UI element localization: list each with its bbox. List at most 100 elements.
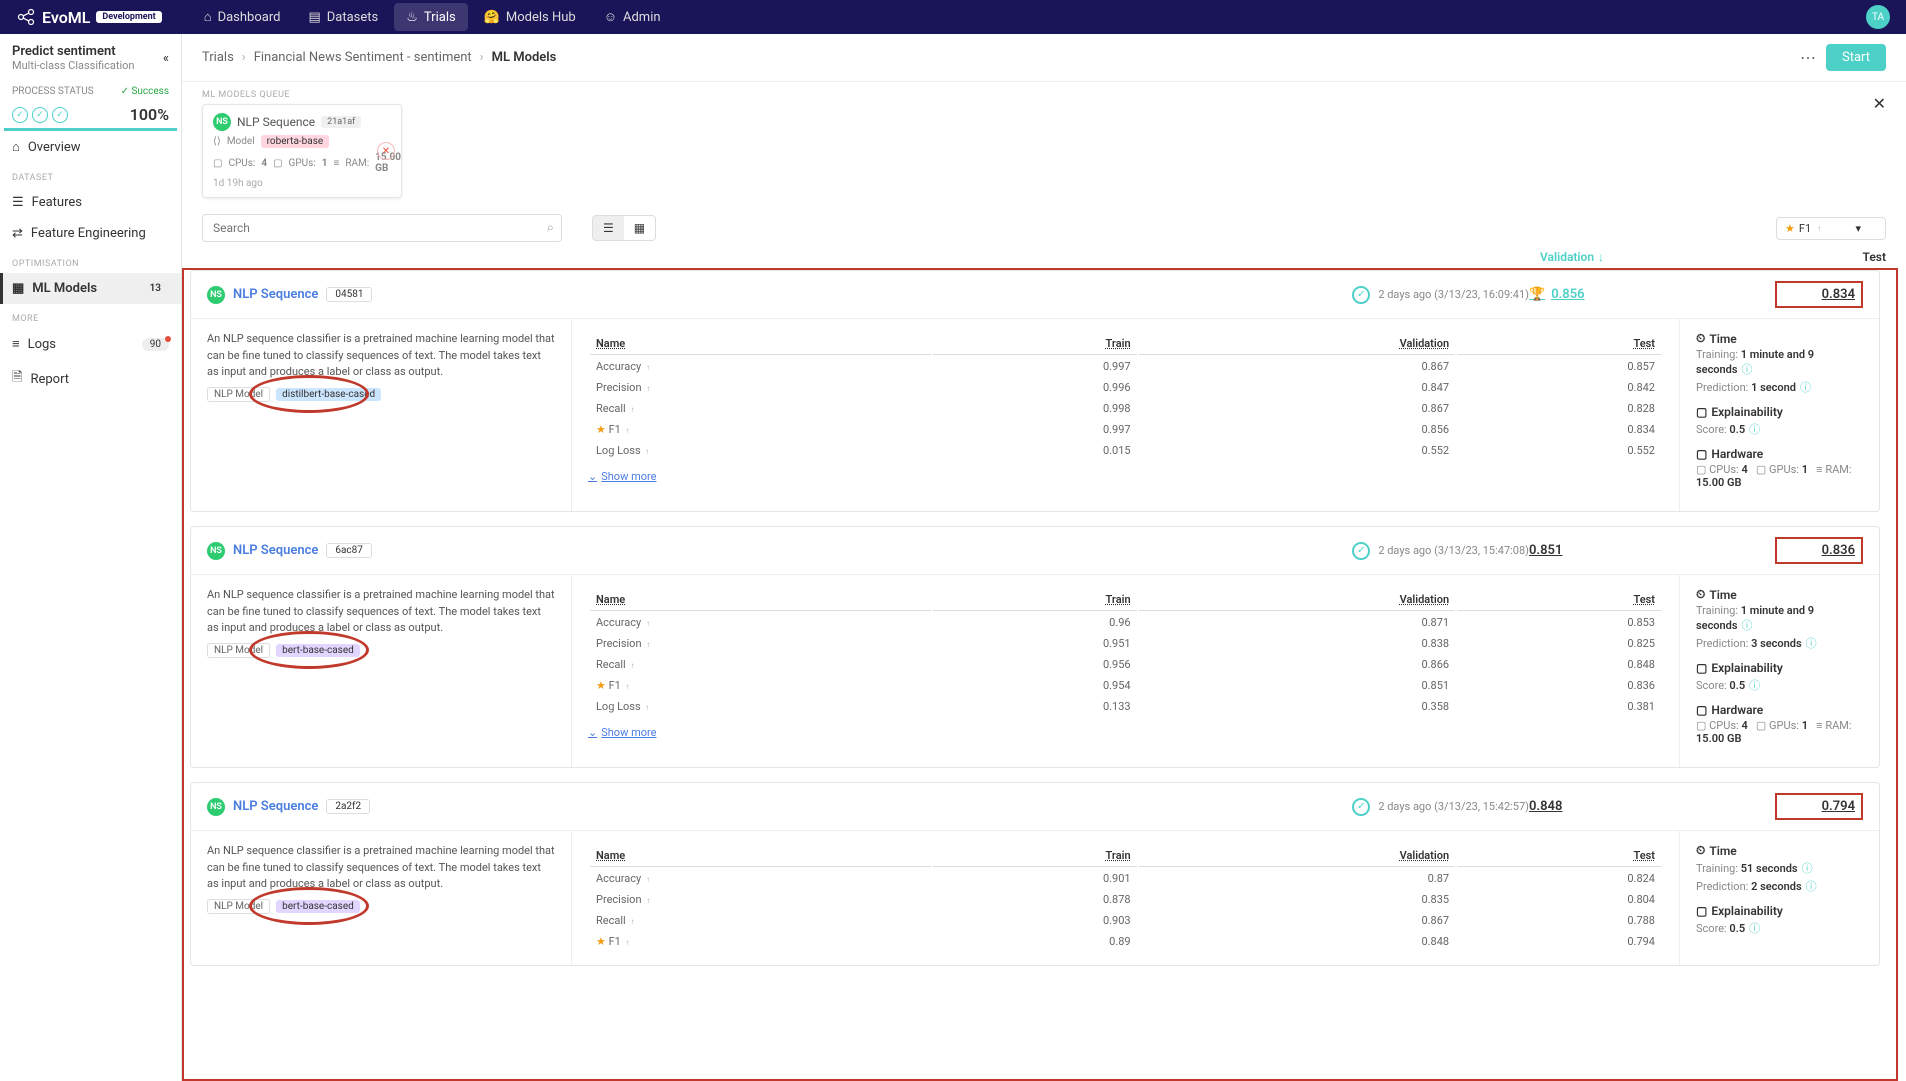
search-input[interactable] bbox=[202, 214, 562, 242]
queue-label: ML MODELS QUEUE bbox=[202, 90, 1886, 100]
check-icon: ✓ bbox=[32, 107, 48, 123]
home-icon: ⌂ bbox=[204, 9, 212, 25]
model-timestamp: 2 days ago (3/13/23, 15:47:08) bbox=[1378, 544, 1529, 557]
validation-score[interactable]: 0.848 bbox=[1529, 799, 1775, 814]
model-description: An NLP sequence classifier is a pretrain… bbox=[207, 331, 555, 381]
metrics-table: NameTrainValidationTest Accuracy ↑0.9970… bbox=[588, 331, 1663, 462]
crumb-trial-name[interactable]: Financial News Sentiment - sentiment bbox=[254, 50, 472, 65]
logo: EvoML Development bbox=[16, 7, 162, 27]
card-header[interactable]: NS NLP Sequence 6ac87 ✓ 2 days ago (3/13… bbox=[191, 527, 1879, 575]
start-button[interactable]: Start bbox=[1826, 44, 1886, 71]
explainability-icon: ▢ bbox=[1696, 661, 1707, 675]
base-model-pill: bert-base-cased bbox=[276, 644, 360, 657]
logs-count: 90 bbox=[142, 338, 169, 351]
brand-name: EvoML bbox=[42, 8, 90, 27]
metrics-table: NameTrainValidationTest Accuracy ↑0.9010… bbox=[588, 843, 1663, 953]
nav-datasets[interactable]: ▤Datasets bbox=[296, 3, 390, 31]
info-icon[interactable]: ⓘ bbox=[1749, 423, 1760, 436]
card-header[interactable]: NS NLP Sequence 2a2f2 ✓ 2 days ago (3/13… bbox=[191, 783, 1879, 831]
nav-models-hub[interactable]: 🤗Models Hub bbox=[472, 3, 588, 31]
status-success-icon: ✓ bbox=[1352, 798, 1370, 816]
trials-icon: ♨ bbox=[406, 10, 418, 25]
test-score[interactable]: 0.794 bbox=[1775, 793, 1863, 820]
remove-queue-icon[interactable]: ✕ bbox=[377, 142, 395, 160]
sidebar-item-overview[interactable]: ⌂Overview bbox=[0, 131, 181, 163]
collapse-sidebar-icon[interactable]: « bbox=[163, 51, 169, 66]
info-icon[interactable]: ⓘ bbox=[1742, 619, 1753, 632]
test-score[interactable]: 0.836 bbox=[1775, 537, 1863, 564]
explainability-icon: ▢ bbox=[1696, 405, 1707, 419]
model-title: NLP Sequence bbox=[233, 799, 318, 814]
model-card: NS NLP Sequence 04581 ✓ 2 days ago (3/13… bbox=[190, 270, 1880, 512]
section-dataset: DATASET bbox=[0, 163, 181, 187]
chevron-right-icon: › bbox=[242, 50, 246, 65]
process-status-label: PROCESS STATUS bbox=[12, 86, 94, 97]
dev-badge: Development bbox=[96, 11, 161, 23]
model-list[interactable]: NS NLP Sequence 04581 ✓ 2 days ago (3/13… bbox=[182, 268, 1898, 1081]
test-score[interactable]: 0.834 bbox=[1775, 281, 1863, 308]
ram-icon: ≡ bbox=[333, 158, 339, 169]
validation-score[interactable]: 0.851 bbox=[1529, 543, 1775, 558]
section-more: MORE bbox=[0, 304, 181, 328]
info-icon[interactable]: ⓘ bbox=[1749, 679, 1760, 692]
info-icon[interactable]: ⓘ bbox=[1806, 880, 1817, 893]
main: Trials › Financial News Sentiment - sent… bbox=[182, 34, 1906, 1081]
sidebar-item-ml-models[interactable]: ▦ML Models13 bbox=[0, 273, 181, 304]
sidebar-item-report[interactable]: 🗎Report bbox=[0, 360, 181, 398]
sort-down-icon: ↓ bbox=[1598, 250, 1604, 264]
chevron-down-icon: ⌄ bbox=[588, 726, 597, 739]
nav-trials[interactable]: ♨Trials bbox=[394, 3, 467, 31]
model-title: NLP Sequence bbox=[233, 287, 318, 302]
status-success-icon: ✓ bbox=[1352, 286, 1370, 304]
nav-dashboard[interactable]: ⌂Dashboard bbox=[192, 3, 293, 31]
crumb-trials[interactable]: Trials bbox=[202, 50, 234, 65]
model-hash: 2a2f2 bbox=[326, 799, 370, 814]
grid-view-toggle[interactable]: ▦ bbox=[624, 216, 655, 240]
model-timestamp: 2 days ago (3/13/23, 15:42:57) bbox=[1378, 800, 1529, 813]
info-icon[interactable]: ⓘ bbox=[1749, 922, 1760, 935]
list-view-toggle[interactable]: ☰ bbox=[593, 216, 624, 240]
hardware-icon: ▢ bbox=[1696, 703, 1707, 717]
queue-card: NS NLP Sequence 21a1af ⟨⟩ Model roberta-… bbox=[202, 104, 402, 198]
nlp-model-label: NLP Model bbox=[207, 899, 270, 914]
star-icon: ★ bbox=[596, 679, 606, 692]
sidebar-item-feature-eng[interactable]: ⇄Feature Engineering bbox=[0, 218, 181, 249]
model-hash: 6ac87 bbox=[326, 543, 372, 558]
info-icon[interactable]: ⓘ bbox=[1806, 637, 1817, 650]
test-sort-header[interactable]: Test bbox=[1786, 250, 1886, 264]
validation-sort-header[interactable]: Validation ↓ bbox=[1540, 250, 1786, 264]
base-model-pill: distilbert-base-cased bbox=[276, 388, 381, 401]
card-header[interactable]: NS NLP Sequence 04581 ✓ 2 days ago (3/13… bbox=[191, 271, 1879, 319]
close-queue-icon[interactable]: ✕ bbox=[1873, 94, 1886, 113]
validation-score[interactable]: 🏆0.856 bbox=[1529, 287, 1775, 302]
ns-badge-icon: NS bbox=[207, 286, 225, 304]
time-icon: ⏲ bbox=[1696, 331, 1705, 346]
sort-select[interactable]: ★ F1 ↑ ▾ bbox=[1776, 217, 1886, 240]
status-success-icon: ✓ bbox=[1352, 542, 1370, 560]
sidebar-item-features[interactable]: ☰Features bbox=[0, 187, 181, 218]
info-icon[interactable]: ⓘ bbox=[1742, 363, 1753, 376]
info-icon[interactable]: ⓘ bbox=[1800, 381, 1811, 394]
sidebar: Predict sentiment Multi-class Classifica… bbox=[0, 34, 182, 1081]
model-description: An NLP sequence classifier is a pretrain… bbox=[207, 843, 555, 893]
avatar[interactable]: TA bbox=[1866, 5, 1890, 29]
section-optimisation: OPTIMISATION bbox=[0, 249, 181, 273]
nav-admin[interactable]: ☺Admin bbox=[592, 3, 673, 31]
model-pill: roberta-base bbox=[261, 135, 330, 148]
show-more-link[interactable]: ⌄ Show more bbox=[588, 470, 1663, 483]
check-icon: ✓ bbox=[12, 107, 28, 123]
model-description: An NLP sequence classifier is a pretrain… bbox=[207, 587, 555, 637]
hub-icon: 🤗 bbox=[484, 10, 500, 25]
show-more-link[interactable]: ⌄ Show more bbox=[588, 726, 1663, 739]
info-icon[interactable]: ⓘ bbox=[1802, 862, 1813, 875]
crumb-current: ML Models bbox=[492, 50, 557, 65]
model-card: NS NLP Sequence 6ac87 ✓ 2 days ago (3/13… bbox=[190, 526, 1880, 768]
chevron-down-icon: ▾ bbox=[1855, 222, 1861, 235]
report-icon: 🗎 bbox=[12, 368, 22, 390]
code-icon: ⟨⟩ bbox=[213, 136, 221, 147]
nlp-model-label: NLP Model bbox=[207, 643, 270, 658]
more-menu-icon[interactable]: ⋯ bbox=[1800, 48, 1816, 67]
ns-badge-icon: NS bbox=[207, 798, 225, 816]
time-icon: ⏲ bbox=[1696, 843, 1705, 858]
sidebar-item-logs[interactable]: ≡Logs90 bbox=[0, 328, 181, 360]
